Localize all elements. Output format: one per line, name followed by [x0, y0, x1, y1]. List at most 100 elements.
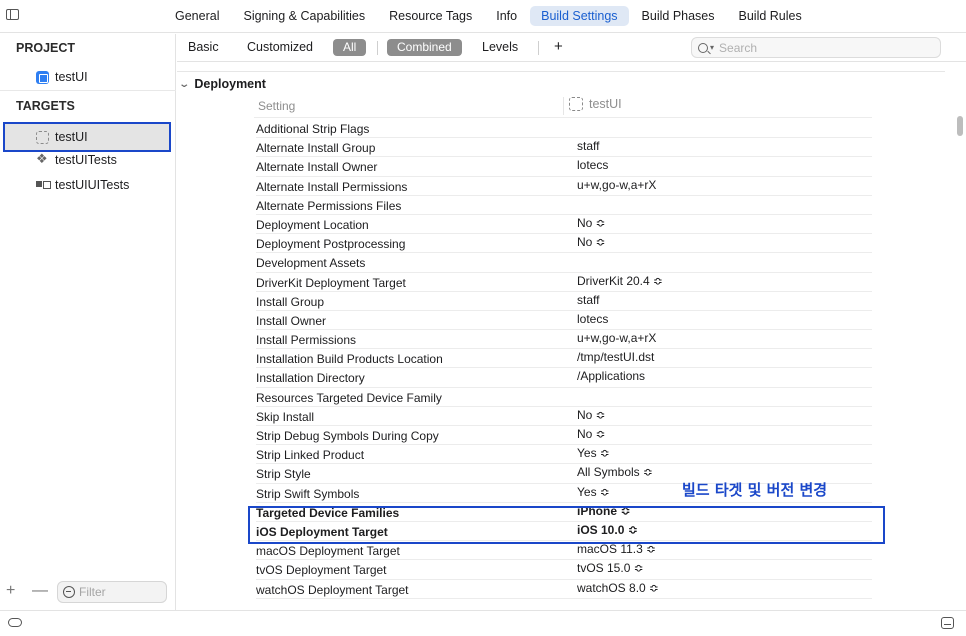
setting-row[interactable]: Development Assets [256, 253, 872, 273]
setting-value[interactable]: All Symbols ≎ [577, 465, 653, 479]
add-target-button[interactable]: + [6, 582, 15, 600]
uitests-icon [36, 179, 51, 192]
setting-name: tvOS Deployment Target [256, 563, 387, 578]
setting-name: Strip Swift Symbols [256, 486, 360, 501]
sidebar-footer: + — Filter [0, 579, 176, 609]
sidebar-item-label: testUITests [55, 153, 117, 167]
setting-row[interactable]: Alternate Install Permissions u+w,go-w,a+… [256, 177, 872, 196]
setting-row[interactable]: Alternate Permissions Files [256, 196, 872, 215]
deployment-section-header[interactable]: ⌄ Deployment [178, 77, 266, 91]
setting-row[interactable]: Installation Directory/Applications [256, 368, 872, 388]
setting-row[interactable]: Strip Debug Symbols During Copy No ≎ [256, 426, 872, 446]
target-icon [569, 97, 583, 111]
setting-name: Install Group [256, 294, 325, 309]
project-heading: PROJECT [16, 41, 76, 55]
sidebar-divider [0, 90, 176, 91]
setting-value[interactable]: No ≎ [577, 427, 606, 441]
basic-filter-button[interactable]: Basic [188, 40, 219, 54]
setting-row[interactable]: tvOS Deployment Target tvOS 15.0 ≎ [256, 560, 872, 580]
setting-value[interactable]: No ≎ [577, 235, 606, 249]
tab-build-phases[interactable]: Build Phases [631, 6, 726, 26]
setting-row[interactable]: DriverKit Deployment Target DriverKit 20.… [256, 273, 872, 292]
all-filter-button[interactable]: All [333, 39, 367, 56]
setting-row[interactable]: Deployment Postprocessing No ≎ [256, 234, 872, 254]
setting-value[interactable]: DriverKit 20.4 ≎ [577, 274, 663, 288]
target-column-label: testUI [589, 97, 622, 111]
setting-value[interactable]: u+w,go-w,a+rX [577, 178, 656, 192]
toggle-navigator-icon[interactable] [8, 618, 22, 627]
setting-row[interactable]: Install Permissions u+w,go-w,a+rX [256, 330, 872, 350]
setting-name: DriverKit Deployment Target [256, 275, 406, 290]
build-settings-filter-bar: Basic Customized All Combined Levels + ▾… [177, 34, 966, 62]
sidebar-item-label: testUIUITests [55, 178, 130, 192]
tab-build-rules[interactable]: Build Rules [728, 6, 813, 26]
setting-value[interactable]: staff [577, 293, 599, 307]
setting-row[interactable]: Deployment Location No ≎ [256, 215, 872, 235]
tests-icon [36, 151, 49, 167]
sidebar-item-project[interactable]: testUI [36, 66, 88, 88]
setting-value[interactable]: /tmp/testUI.dst [577, 350, 654, 364]
setting-name: Strip Debug Symbols During Copy [256, 429, 439, 443]
setting-value[interactable]: /Applications [577, 369, 645, 383]
setting-value[interactable]: tvOS 15.0 ≎ [577, 561, 644, 575]
setting-value[interactable]: Yes ≎ [577, 446, 610, 460]
sidebar-item-label: testUI [55, 70, 88, 84]
setting-value[interactable]: macOS 11.3 ≎ [577, 542, 656, 556]
setting-value[interactable]: watchOS 8.0 ≎ [577, 581, 659, 595]
sidebar-item-target-testuiuitests[interactable]: testUIUITests [36, 174, 129, 196]
add-setting-button[interactable]: + [554, 38, 563, 55]
setting-row[interactable]: watchOS Deployment Target watchOS 8.0 ≎ [256, 580, 872, 599]
toggle-debug-area-icon[interactable] [941, 617, 954, 629]
target-filter-input[interactable]: Filter [57, 581, 167, 603]
search-placeholder: Search [719, 40, 758, 55]
setting-row[interactable]: Strip Linked Product Yes ≎ [256, 445, 872, 465]
setting-value[interactable]: staff [577, 139, 599, 153]
setting-row[interactable]: Installation Build Products Location/tmp… [256, 349, 872, 369]
setting-row[interactable]: Install Group staff [256, 292, 872, 311]
sidebar-item-target-testui[interactable]: testUI [36, 126, 88, 148]
sidebar-item-label: testUI [55, 130, 88, 144]
tab-info[interactable]: Info [485, 6, 528, 26]
setting-value[interactable]: u+w,go-w,a+rX [577, 331, 656, 345]
highlight-box [248, 506, 885, 544]
setting-name: watchOS Deployment Target [256, 582, 409, 597]
app-icon [36, 70, 49, 84]
search-input[interactable]: ▾ Search [691, 37, 941, 58]
setting-name: Installation Directory [256, 371, 365, 386]
setting-value[interactable]: No ≎ [577, 408, 606, 422]
setting-name: Additional Strip Flags [256, 122, 370, 136]
setting-value[interactable]: No ≎ [577, 216, 606, 230]
tab-build-settings[interactable]: Build Settings [530, 6, 629, 26]
filter-placeholder: Filter [79, 585, 106, 599]
section-divider [177, 71, 945, 72]
tab-signing-capabilities[interactable]: Signing & Capabilities [232, 6, 376, 26]
setting-row[interactable]: Install Owner lotecs [256, 311, 872, 331]
setting-row[interactable]: Alternate Install Owner lotecs [256, 157, 872, 177]
filter-separator [538, 41, 539, 55]
tab-resource-tags[interactable]: Resource Tags [378, 6, 483, 26]
setting-name: Strip Style [256, 467, 311, 482]
combined-view-button[interactable]: Combined [387, 39, 462, 56]
setting-name: Install Owner [256, 313, 327, 328]
setting-value[interactable]: Yes ≎ [577, 485, 610, 499]
sidebar-item-target-testuitests[interactable]: testUITests [36, 149, 117, 171]
setting-value[interactable]: lotecs [577, 312, 608, 326]
levels-view-button[interactable]: Levels [482, 40, 518, 54]
setting-row[interactable]: Alternate Install Group staff [256, 138, 872, 158]
setting-row[interactable]: Additional Strip Flags [256, 119, 872, 139]
sidebar-toggle-icon[interactable] [6, 9, 19, 20]
setting-value[interactable]: lotecs [577, 158, 608, 172]
setting-row[interactable]: Skip Install No ≎ [256, 407, 872, 426]
setting-name: Skip Install [256, 409, 315, 424]
remove-target-button[interactable]: — [32, 582, 48, 600]
tab-general[interactable]: General [164, 6, 230, 26]
editor-tabs: General Signing & Capabilities Resource … [164, 6, 815, 26]
setting-name: Alternate Install Group [256, 141, 376, 156]
setting-row[interactable]: Resources Targeted Device Family [256, 388, 872, 407]
setting-row[interactable]: macOS Deployment Target macOS 11.3 ≎ [256, 541, 872, 561]
target-column-header: testUI [569, 97, 622, 111]
customized-filter-button[interactable]: Customized [247, 40, 313, 54]
setting-column-header: Setting [258, 99, 296, 113]
scrollbar-thumb[interactable] [957, 116, 963, 136]
setting-name: Deployment Location [256, 217, 369, 232]
